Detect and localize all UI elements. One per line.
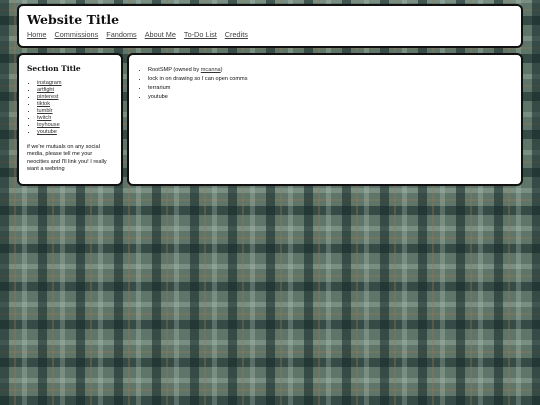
social-link-pinterest[interactable]: pinterest bbox=[37, 94, 58, 100]
nav-link-fandoms[interactable]: Fandoms bbox=[106, 30, 136, 39]
nav-bar: Home Commissions Fandoms About Me To-Do … bbox=[27, 30, 513, 39]
main-content-panel: RootSMP (owned by mcanna) lock in on dra… bbox=[127, 53, 523, 186]
list-item-text: RootSMP (owned by bbox=[148, 67, 201, 73]
list-item: RootSMP (owned by mcanna) bbox=[148, 66, 513, 75]
sidebar-note: if we're mutuals on any social media, pl… bbox=[27, 144, 107, 173]
social-link-instagram[interactable]: instagram bbox=[37, 80, 62, 86]
social-link-twitch[interactable]: twitch bbox=[37, 115, 51, 121]
header-panel: Website Title Home Commissions Fandoms A… bbox=[17, 4, 523, 48]
social-link-tiktok[interactable]: tiktok bbox=[37, 101, 50, 107]
social-link-list: instagram artfight pinterest tiktok tumb… bbox=[27, 80, 113, 136]
list-item: tiktok bbox=[37, 101, 113, 108]
list-item-text: terrarium bbox=[148, 85, 171, 91]
list-item: twitch bbox=[37, 115, 113, 122]
list-item: instagram bbox=[37, 80, 113, 87]
list-item: toyhouse bbox=[37, 122, 113, 129]
sidebar-section-title: Section Title bbox=[27, 64, 81, 73]
nav-link-about-me[interactable]: About Me bbox=[145, 30, 176, 39]
list-item: pinterest bbox=[37, 94, 113, 101]
social-link-youtube[interactable]: youtube bbox=[37, 129, 57, 135]
social-link-toyhouse[interactable]: toyhouse bbox=[37, 122, 60, 128]
list-item: artfight bbox=[37, 87, 113, 94]
nav-link-home[interactable]: Home bbox=[27, 30, 46, 39]
site-title: Website Title bbox=[27, 12, 120, 27]
list-item: youtube bbox=[37, 129, 113, 136]
mcanna-link[interactable]: mcanna bbox=[201, 67, 221, 73]
list-item: youtube bbox=[148, 93, 513, 102]
nav-link-commissions[interactable]: Commissions bbox=[54, 30, 98, 39]
list-item-text: lock in on drawing so I can open comms bbox=[148, 76, 248, 82]
nav-link-credits[interactable]: Credits bbox=[225, 30, 248, 39]
social-link-tumblr[interactable]: tumblr bbox=[37, 108, 53, 114]
todo-list: RootSMP (owned by mcanna) lock in on dra… bbox=[137, 66, 513, 102]
list-item-text: youtube bbox=[148, 94, 168, 100]
list-item-text: ) bbox=[220, 67, 223, 73]
list-item: tumblr bbox=[37, 108, 113, 115]
sidebar-panel: Section Title instagram artfight pintere… bbox=[17, 53, 123, 186]
list-item: lock in on drawing so I can open comms bbox=[148, 75, 513, 84]
nav-link-todo-list[interactable]: To-Do List bbox=[184, 30, 217, 39]
list-item: terrarium bbox=[148, 84, 513, 93]
social-link-artfight[interactable]: artfight bbox=[37, 87, 54, 93]
